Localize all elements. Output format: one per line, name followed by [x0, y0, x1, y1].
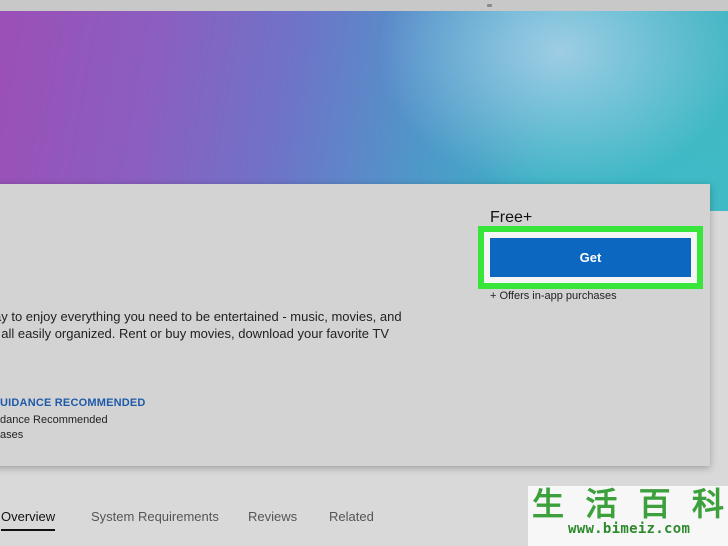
product-description: ay to enjoy everything you need to be en… — [0, 308, 414, 342]
watermark-glyph: 科 — [691, 485, 724, 523]
rating-purchases-note: ases — [0, 429, 24, 441]
watermark-glyph: 活 — [585, 485, 618, 523]
window-top-strip — [0, 0, 728, 11]
watermark-logo: 生 活 百 科 — [532, 486, 724, 522]
window-control-icon — [487, 4, 492, 7]
tab-reviews[interactable]: Reviews — [248, 509, 297, 524]
watermark-glyph: 百 — [638, 485, 671, 523]
get-button[interactable]: Get — [490, 238, 691, 277]
tab-system-requirements[interactable]: System Requirements — [91, 509, 219, 524]
age-rating-description: dance Recommended — [0, 414, 108, 426]
description-line: ay to enjoy everything you need to be en… — [0, 309, 402, 324]
tab-overview[interactable]: Overview — [1, 509, 56, 531]
price-label: Free+ — [490, 209, 533, 226]
hero-banner — [0, 11, 728, 211]
description-line: t all easily organized. Rent or buy movi… — [0, 326, 390, 341]
watermark-glyph: 生 — [532, 485, 565, 523]
watermark-url: www.bimeiz.com — [568, 521, 691, 537]
in-app-purchases-note: + Offers in-app purchases — [490, 290, 617, 302]
tab-related[interactable]: Related — [329, 509, 374, 524]
age-rating-heading[interactable]: UIDANCE RECOMMENDED — [0, 397, 146, 409]
watermark: 生 活 百 科 www.bimeiz.com — [528, 486, 728, 546]
